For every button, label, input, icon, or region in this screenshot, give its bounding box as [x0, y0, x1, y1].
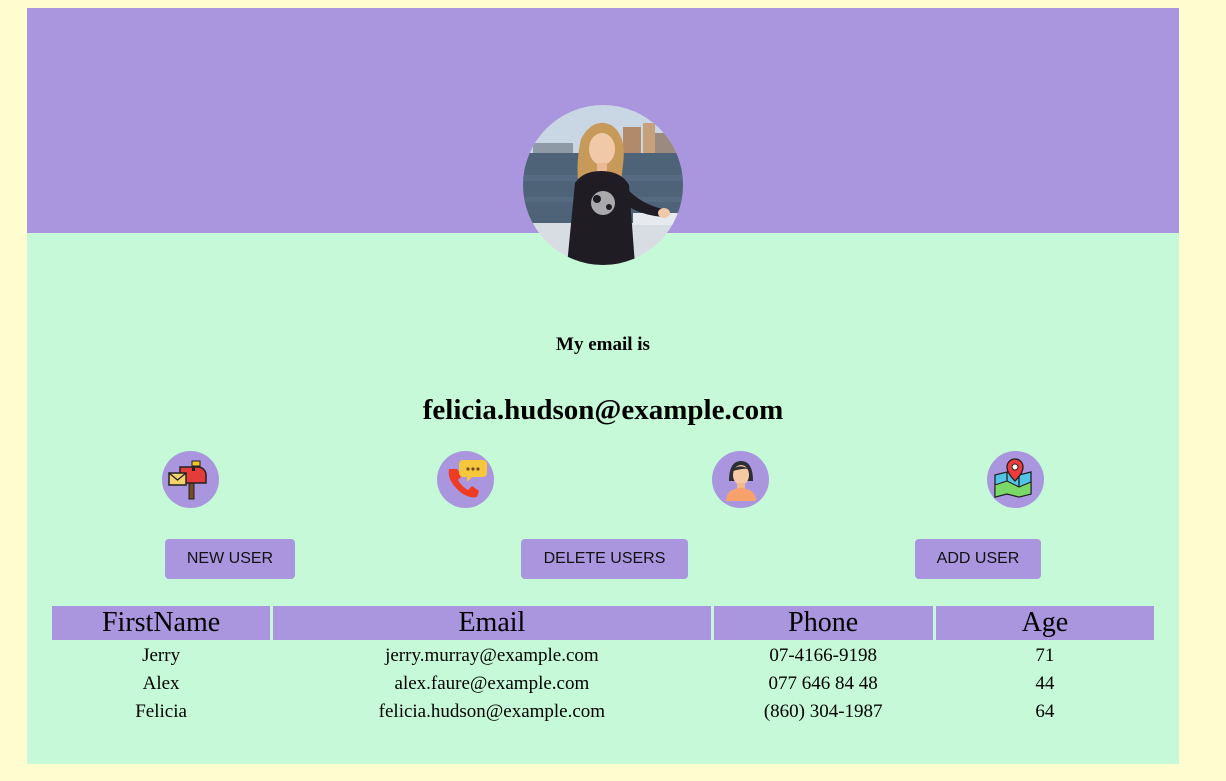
add-user-button[interactable]: ADD USER [915, 539, 1041, 579]
cell-firstname: Felicia [135, 700, 187, 722]
column-header-phone: Phone [713, 606, 933, 640]
profile-value: felicia.hudson@example.com [422, 394, 784, 426]
table-row: Jerry jerry.murray@example.com 07-4166-9… [52, 643, 1154, 668]
new-user-button[interactable]: NEW USER [165, 539, 295, 579]
cell-age: 44 [1035, 672, 1055, 694]
profile-card: My email is felicia.hudson@example.com N… [27, 8, 1179, 764]
avatar [523, 105, 683, 265]
cell-age: 64 [1035, 700, 1055, 722]
users-table: FirstName Email Phone Age Jerry jerry.mu… [49, 603, 1157, 727]
mailbox-icon[interactable] [162, 451, 219, 508]
profile-label: My email is [556, 334, 650, 355]
cell-phone: (860) 304-1987 [763, 700, 883, 722]
cell-phone: 077 646 84 48 [768, 672, 878, 694]
cell-firstname: Jerry [142, 644, 181, 666]
column-header-firstname: FirstName [52, 606, 271, 640]
delete-users-button[interactable]: DELETE USERS [521, 539, 688, 579]
cell-email: felicia.hudson@example.com [378, 700, 606, 722]
cell-firstname: Alex [142, 672, 180, 694]
table-row: Alex alex.faure@example.com 077 646 84 4… [52, 671, 1154, 696]
cell-email: alex.faure@example.com [394, 672, 590, 694]
column-header-age: Age [935, 606, 1154, 640]
phone-call-icon[interactable] [437, 451, 494, 508]
map-location-icon[interactable] [987, 451, 1044, 508]
user-profile-icon[interactable] [712, 451, 769, 508]
table-header-row: FirstName Email Phone Age [52, 606, 1154, 640]
cell-phone: 07-4166-9198 [769, 644, 877, 666]
cell-email: jerry.murray@example.com [385, 644, 599, 666]
table-row: Felicia felicia.hudson@example.com (860)… [52, 699, 1154, 724]
cell-age: 71 [1035, 644, 1055, 666]
column-header-email: Email [273, 606, 711, 640]
